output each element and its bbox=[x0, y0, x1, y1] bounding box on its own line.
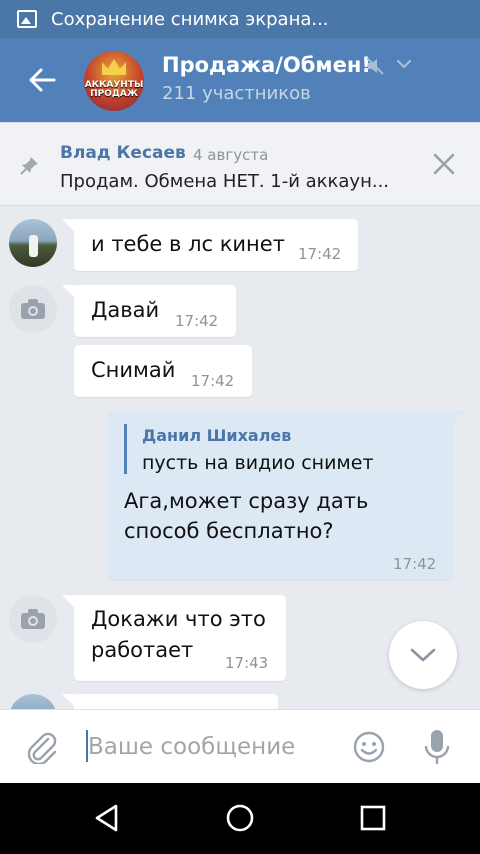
chevron-down-icon[interactable] bbox=[396, 58, 412, 70]
close-icon[interactable] bbox=[432, 152, 456, 176]
camera-icon bbox=[21, 609, 45, 629]
muted-speaker-icon bbox=[366, 57, 384, 75]
reply-bar bbox=[124, 424, 127, 474]
message-text-line-1: Докажи что это bbox=[91, 607, 266, 631]
pinned-message[interactable]: Влад Кесаев 4 августа Продам. Обмена НЕТ… bbox=[0, 122, 480, 206]
member-count: 211 участников bbox=[162, 83, 311, 104]
chevron-down-icon bbox=[410, 648, 436, 662]
system-navigation-bar bbox=[0, 783, 480, 854]
scroll-down-button[interactable] bbox=[389, 621, 457, 689]
message-time: 17:42 bbox=[393, 555, 437, 573]
chat-header: АККАУНТЫ ПРОДАЖ Продажа/Обмен! 211 участ… bbox=[0, 38, 480, 122]
message-text-line-2: способ бесплатно? bbox=[124, 519, 334, 543]
nav-back-icon[interactable] bbox=[92, 803, 122, 833]
message-input[interactable] bbox=[88, 728, 328, 766]
message-time: 17:42 bbox=[175, 312, 219, 330]
message-time: 17:43 bbox=[225, 654, 269, 672]
message-bubble[interactable]: и тебе в лс кинет 17:42 bbox=[62, 219, 358, 271]
reply-text: пусть на видио снимет bbox=[142, 452, 374, 474]
emoji-icon[interactable] bbox=[352, 730, 386, 764]
pinned-text: Продам. Обмена НЕТ. 1-й аккаун... bbox=[60, 171, 390, 192]
message-text: Снимай bbox=[91, 358, 176, 382]
image-icon bbox=[17, 10, 37, 28]
reply-author[interactable]: Данил Шихалев bbox=[142, 426, 291, 445]
pin-icon bbox=[20, 157, 38, 175]
status-notification-text: Сохранение снимка экрана... bbox=[51, 8, 329, 30]
message-compose-bar bbox=[0, 709, 480, 783]
nav-recent-apps-icon[interactable] bbox=[360, 805, 386, 831]
nav-home-icon[interactable] bbox=[225, 803, 255, 833]
paperclip-icon[interactable] bbox=[26, 730, 58, 764]
pinned-date: 4 августа bbox=[193, 146, 269, 164]
message-text-line-1: Ага,может сразу дать bbox=[124, 489, 369, 513]
back-arrow-icon[interactable] bbox=[26, 64, 58, 96]
outgoing-message-bubble[interactable]: Данил Шихалев пусть на видио снимет Ага,… bbox=[108, 411, 465, 580]
sender-avatar[interactable] bbox=[9, 285, 57, 333]
crown-icon bbox=[102, 59, 126, 75]
status-bar: Сохранение снимка экрана... bbox=[0, 0, 480, 38]
message-time: 17:42 bbox=[298, 245, 342, 263]
group-avatar-caption: АККАУНТЫ ПРОДАЖ bbox=[84, 80, 144, 99]
message-text: Давай bbox=[91, 298, 160, 322]
group-avatar[interactable]: АККАУНТЫ ПРОДАЖ bbox=[84, 51, 144, 111]
message-bubble[interactable]: Снимай 17:42 bbox=[74, 345, 252, 397]
message-bubble[interactable]: Давай 17:42 bbox=[62, 285, 236, 337]
message-text-line-2: работает bbox=[91, 638, 194, 662]
message-time: 17:42 bbox=[191, 372, 235, 390]
pinned-author: Влад Кесаев bbox=[60, 143, 186, 163]
message-bubble[interactable]: Докажи что это работает 17:43 bbox=[62, 595, 286, 681]
chat-title[interactable]: Продажа/Обмен! bbox=[162, 53, 371, 77]
message-text: и тебе в лс кинет bbox=[91, 232, 285, 256]
sender-avatar[interactable] bbox=[9, 595, 57, 643]
microphone-icon[interactable] bbox=[422, 728, 452, 766]
camera-icon bbox=[21, 299, 45, 319]
sender-avatar[interactable] bbox=[9, 219, 57, 267]
